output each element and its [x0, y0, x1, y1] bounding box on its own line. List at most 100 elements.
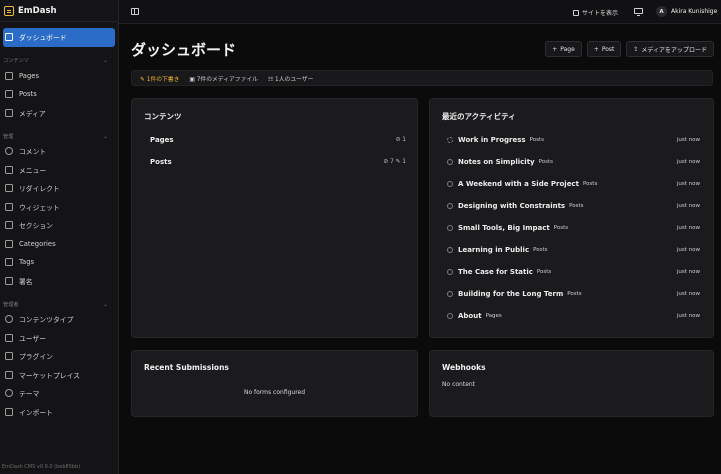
- activity-type: Posts: [536, 269, 552, 275]
- sidebar-item-tags[interactable]: Tags: [0, 253, 118, 272]
- activity-item[interactable]: About Pages just now: [447, 309, 700, 323]
- upload-media-button[interactable]: ⇪ メディアをアップロード: [626, 41, 714, 57]
- activity-time: just now: [676, 203, 700, 209]
- sidebar-item-comments[interactable]: コメント: [0, 142, 118, 161]
- page-icon: [5, 239, 13, 248]
- image-icon: [5, 108, 13, 117]
- status-published-icon: [447, 313, 453, 319]
- palette-icon: [5, 389, 13, 398]
- activity-item[interactable]: Small Tools, Big Impact Posts just now: [447, 221, 700, 235]
- activity-title: A Weekend with a Side Project: [458, 180, 579, 188]
- sidebar-item-import[interactable]: インポート: [0, 403, 118, 422]
- activity-item[interactable]: Learning in Public Posts just now: [447, 243, 700, 257]
- sidebar: EmDash ダッシュボード コンテンツ ⌄ Pages Posts メディア …: [0, 0, 119, 474]
- section-label: 管理者: [3, 301, 19, 308]
- activity-time: just now: [676, 181, 700, 187]
- activity-title: Work in Progress: [458, 136, 526, 144]
- activity-time: just now: [676, 159, 700, 165]
- sidebar-item-themes[interactable]: テーマ: [0, 384, 118, 403]
- sidebar-item-signatures[interactable]: 署名: [0, 272, 118, 291]
- brand[interactable]: EmDash: [0, 0, 118, 22]
- import-icon: [5, 407, 13, 416]
- sidebar-item-pages[interactable]: Pages: [0, 67, 118, 86]
- media-stat[interactable]: ▣ 7件のメディアファイル: [189, 74, 258, 83]
- page-icon: [5, 276, 13, 285]
- sidebar-item-content-types[interactable]: コンテンツタイプ: [0, 310, 118, 329]
- avatar: A: [656, 6, 667, 17]
- sidebar-item-plugins[interactable]: プラグイン: [0, 347, 118, 366]
- activity-time: just now: [676, 137, 700, 143]
- sidebar-item-label: 署名: [19, 277, 33, 286]
- webhooks-card: Webhooks No content: [429, 350, 714, 417]
- sidebar-item-media[interactable]: メディア: [0, 104, 118, 123]
- activity-title: Learning in Public: [458, 246, 530, 254]
- sidebar-item-users[interactable]: ユーザー: [0, 329, 118, 348]
- sidebar-item-sections[interactable]: セクション: [0, 216, 118, 235]
- activity-type: Posts: [553, 225, 569, 231]
- monitor-icon[interactable]: [634, 8, 643, 16]
- sidebar-item-label: プラグイン: [19, 353, 53, 362]
- content-card: コンテンツ Pages ⊘ 1 Posts ⊘ 7 ✎ 1: [131, 98, 418, 338]
- user-menu[interactable]: A Akira Kunishige: [656, 6, 717, 17]
- activity-type: Pages: [485, 313, 502, 319]
- sidebar-item-categories[interactable]: Categories: [0, 235, 118, 254]
- activity-item[interactable]: Building for the Long Term Posts just no…: [447, 287, 700, 301]
- status-draft-icon: [447, 137, 453, 143]
- sidebar-item-redirects[interactable]: リダイレクト: [0, 179, 118, 198]
- sidebar-section-content[interactable]: コンテンツ ⌄: [0, 55, 118, 67]
- view-site-link[interactable]: サイトを表示: [573, 8, 618, 17]
- activity-item[interactable]: A Weekend with a Side Project Posts just…: [447, 177, 700, 191]
- sidebar-item-marketplace[interactable]: マーケットプレイス: [0, 366, 118, 385]
- users-icon: ☷: [267, 76, 274, 83]
- button-label: メディアをアップロード: [641, 46, 707, 54]
- users-label: 1人のユーザー: [275, 76, 314, 83]
- new-post-button[interactable]: + Post: [586, 41, 622, 57]
- action-buttons: + Page + Post ⇪ メディアをアップロード: [545, 41, 714, 57]
- content-row-posts[interactable]: Posts ⊘ 7 ✎ 1: [150, 155, 406, 169]
- toggle-sidebar-icon[interactable]: [131, 8, 139, 15]
- sidebar-item-label: セクション: [19, 222, 53, 231]
- status-published-icon: [447, 203, 453, 209]
- activity-item[interactable]: Notes on Simplicity Posts just now: [447, 155, 700, 169]
- sidebar-item-label: マーケットプレイス: [19, 371, 80, 380]
- activity-item[interactable]: Work in Progress Posts just now: [447, 133, 700, 147]
- menu-icon: [5, 165, 13, 174]
- drafts-label: 1件の下書き: [146, 76, 180, 83]
- activity-type: Posts: [538, 159, 553, 165]
- status-published-icon: [447, 247, 453, 253]
- users-stat[interactable]: ☷ 1人のユーザー: [268, 74, 313, 83]
- sidebar-section-manage[interactable]: 管理 ⌄: [0, 130, 118, 142]
- plugin-icon: [5, 352, 13, 361]
- sidebar-item-label: メディア: [19, 109, 46, 118]
- sidebar-item-label: Posts: [19, 90, 37, 99]
- empty-state: No forms configured: [243, 389, 306, 396]
- sidebar-item-label: インポート: [19, 408, 53, 417]
- new-page-button[interactable]: + Page: [545, 41, 582, 57]
- image-icon: ▣: [189, 76, 195, 83]
- card-title: 最近のアクティビティ: [442, 112, 516, 121]
- sidebar-item-widgets[interactable]: ウィジェット: [0, 198, 118, 217]
- sidebar-item-label: Pages: [19, 71, 39, 80]
- external-link-icon: [573, 9, 579, 16]
- activity-type: Posts: [569, 203, 584, 209]
- media-label: 7件のメディアファイル: [196, 76, 258, 83]
- sidebar-item-label: テーマ: [19, 390, 40, 399]
- sidebar-item-menus[interactable]: メニュー: [0, 161, 118, 180]
- activity-title: About: [458, 312, 482, 320]
- stats-bar: ✎ 1件の下書き ▣ 7件のメディアファイル ☷ 1人のユーザー: [131, 70, 713, 86]
- sidebar-item-label: ウィジェット: [19, 203, 60, 212]
- sidebar-item-posts[interactable]: Posts: [0, 85, 118, 104]
- sidebar-item-label: ダッシュボード: [19, 34, 67, 43]
- sidebar-item-label: コンテンツタイプ: [19, 316, 74, 325]
- drafts-stat[interactable]: ✎ 1件の下書き: [140, 74, 179, 83]
- card-title: コンテンツ: [144, 112, 182, 121]
- sidebar-item-dashboard[interactable]: ダッシュボード: [3, 28, 115, 47]
- content-row-pages[interactable]: Pages ⊘ 1: [150, 133, 406, 147]
- activity-title: The Case for Static: [458, 268, 533, 276]
- activity-item[interactable]: The Case for Static Posts just now: [447, 265, 700, 279]
- activity-title: Notes on Simplicity: [458, 158, 535, 166]
- sidebar-section-admin[interactable]: 管理者 ⌄: [0, 298, 118, 310]
- activity-item[interactable]: Designing with Constraints Posts just no…: [447, 199, 700, 213]
- view-site-label: サイトを表示: [582, 10, 619, 17]
- status-published-icon: [447, 181, 453, 187]
